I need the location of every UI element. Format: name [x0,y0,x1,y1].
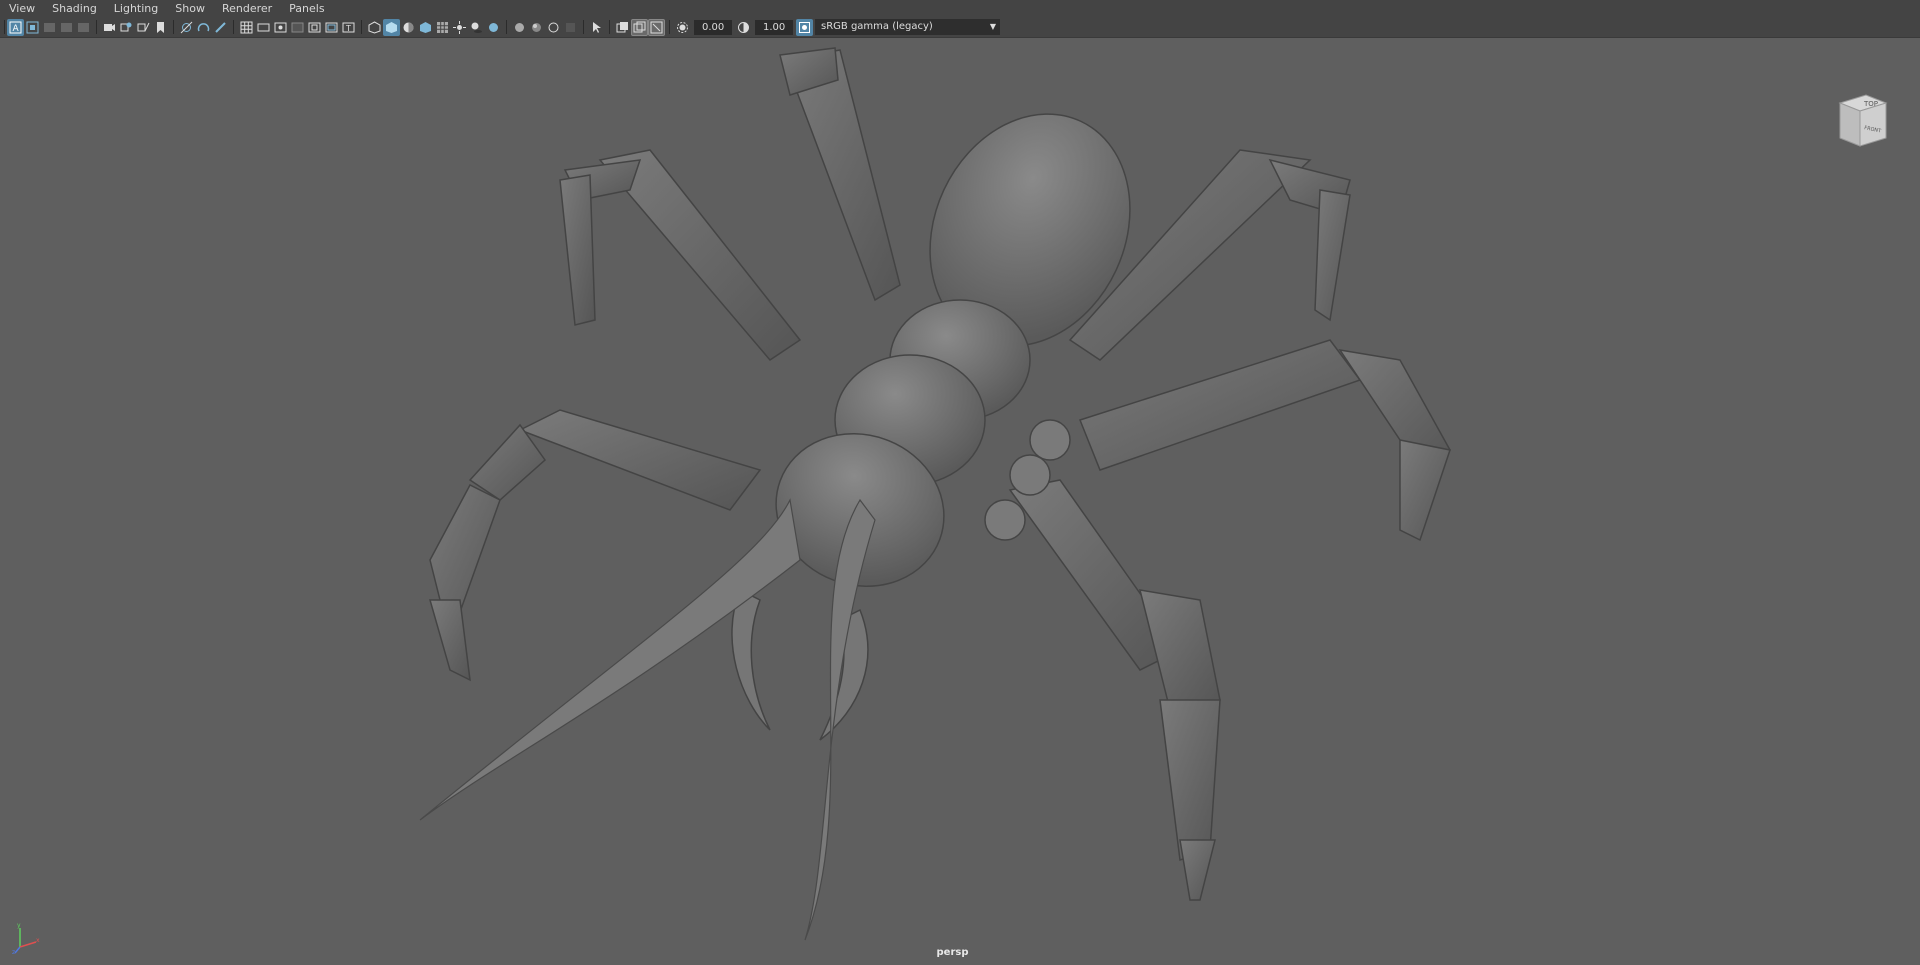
grease-pencil-icon[interactable] [135,19,152,36]
color-management-icon[interactable] [796,18,813,36]
film-gate-icon[interactable] [255,19,272,36]
depth-of-field-icon[interactable] [545,19,562,36]
camera-attributes-icon[interactable] [41,19,58,36]
screen-space-ao-icon[interactable] [485,19,502,36]
view-cube[interactable]: TOP FRONT [1834,89,1890,159]
image-plane-icon[interactable] [75,19,92,36]
spider-robot-model [419,47,1451,941]
color-space-value: sRGB gamma (legacy) [821,21,933,32]
safe-action-icon[interactable] [323,19,340,36]
exposure-toggle-icon[interactable] [614,19,631,36]
select-camera-icon[interactable]: A [7,18,24,36]
camera-name-label: persp [936,947,969,958]
chevron-down-icon: ▼ [989,22,996,31]
bookmark-icon[interactable] [152,19,169,36]
hud-icon[interactable] [562,19,579,36]
gamma-icon [735,19,752,36]
gamma-toggle-icon[interactable] [631,18,648,36]
viewcube-top-label: TOP [1863,100,1878,108]
exposure-field[interactable]: 0.00 [694,19,732,35]
menu-show[interactable]: Show [166,0,205,17]
menu-lighting[interactable]: Lighting [105,0,158,17]
resolution-gate-icon[interactable] [272,19,289,36]
multisample-aa-icon[interactable] [528,19,545,36]
grid-icon[interactable] [238,19,255,36]
viewport-3d[interactable]: TOP FRONT [0,38,1920,965]
paint-icon[interactable] [212,19,229,36]
menu-view[interactable]: View [0,0,35,17]
menu-panels[interactable]: Panels [280,0,324,17]
color-space-dropdown[interactable]: sRGB gamma (legacy) ▼ [815,19,1000,35]
lock-camera-icon[interactable] [24,19,41,36]
textured-icon[interactable] [417,19,434,36]
default-material-icon[interactable] [400,19,417,36]
menu-renderer[interactable]: Renderer [213,0,272,17]
lights-icon[interactable] [451,19,468,36]
gate-mask-icon[interactable] [289,19,306,36]
safe-title-icon[interactable]: T [340,19,357,36]
smooth-shade-icon[interactable] [383,18,400,36]
field-chart-icon[interactable] [306,19,323,36]
isolate-select-icon[interactable] [178,19,195,36]
svg-text:T: T [345,24,351,33]
shadows-icon[interactable] [468,19,485,36]
two-d-pan-zoom-icon[interactable] [118,19,135,36]
view-transform-toggle-icon[interactable] [648,18,665,36]
wireframe-icon[interactable] [366,19,383,36]
menu-shading[interactable]: Shading [43,0,97,17]
motion-blur-icon[interactable] [511,19,528,36]
select-cursor-icon[interactable] [588,19,605,36]
svg-text:y: y [17,922,21,929]
wireframe-on-shaded-icon[interactable] [434,19,451,36]
bookmarks-icon[interactable] [58,19,75,36]
panel-menubar: View Shading Lighting Show Renderer Pane… [0,0,1920,17]
exposure-icon [674,19,691,36]
svg-text:A: A [13,24,20,34]
svg-text:x: x [36,937,40,944]
xray-icon[interactable] [195,19,212,36]
panel-toolbar: A T 0.00 1.00 sRGB gamma (legacy) ▼ [0,17,1920,38]
camera-icon[interactable] [101,19,118,36]
gamma-field[interactable]: 1.00 [755,19,793,35]
